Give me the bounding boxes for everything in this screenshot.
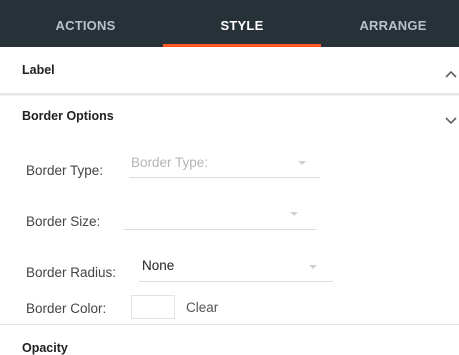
style-tab-bar: ACTIONS STYLE ARRANGE — [0, 0, 459, 47]
caret-down-icon — [290, 212, 298, 216]
section-header-border-options[interactable]: Border Options — [0, 96, 459, 136]
border-type-placeholder: Border Type: — [131, 155, 209, 170]
tab-actions[interactable]: ACTIONS — [0, 0, 171, 47]
border-radius-value: None — [142, 258, 175, 273]
border-radius-select[interactable]: None — [139, 257, 333, 282]
tab-arrange[interactable]: ARRANGE — [327, 0, 459, 47]
section-title-border-options: Border Options — [22, 109, 114, 123]
border-color-swatch[interactable] — [131, 295, 175, 319]
border-size-select[interactable] — [124, 205, 316, 230]
caret-down-icon — [309, 265, 317, 269]
border-type-label: Border Type: — [26, 163, 104, 178]
chevron-down-icon — [445, 117, 457, 125]
section-header-label[interactable]: Label — [0, 47, 459, 93]
caret-down-icon — [298, 161, 306, 165]
border-type-select[interactable]: Border Type: — [129, 153, 320, 178]
section-title-label: Label — [22, 63, 55, 77]
section-header-opacity[interactable]: Opacity — [0, 325, 459, 355]
border-size-label: Border Size: — [26, 214, 101, 229]
border-color-label: Border Color: — [26, 301, 107, 316]
section-title-opacity: Opacity — [22, 341, 68, 355]
chevron-up-icon — [445, 70, 457, 78]
border-radius-label: Border Radius: — [26, 265, 117, 280]
tab-style[interactable]: STYLE — [163, 0, 321, 47]
clear-color-button[interactable]: Clear — [186, 300, 218, 315]
